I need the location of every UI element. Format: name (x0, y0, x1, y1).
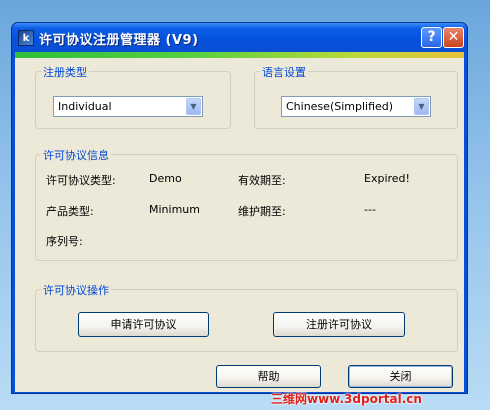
registration-type-value: Individual (58, 100, 112, 113)
register-license-button[interactable]: 注册许可协议 (273, 312, 405, 337)
maintenance-label: 维护期至: (238, 205, 286, 218)
valid-until-label: 有效期至: (238, 174, 286, 187)
help-button[interactable]: 帮助 (216, 365, 321, 388)
serial-number-label: 序列号: (46, 235, 83, 248)
window-title: 许可协议注册管理器 (V9) (39, 33, 199, 48)
registration-type-select[interactable]: Individual ▼ (53, 96, 203, 117)
language-group: 语言设置 Chinese(Simplified) ▼ (254, 64, 458, 129)
status-strip (15, 52, 464, 58)
license-ops-group: 许可协议操作 申请许可协议 注册许可协议 (35, 282, 458, 352)
license-manager-window: k 许可协议注册管理器 (V9) ? ✕ 注册类型 Individual ▼ 语… (11, 22, 468, 394)
title-help-button[interactable]: ? (421, 27, 442, 48)
close-button[interactable]: 关闭 (348, 365, 453, 388)
valid-until-value: Expired! (364, 172, 410, 185)
license-type-value: Demo (149, 172, 182, 185)
license-info-label: 许可协议信息 (41, 147, 111, 163)
chevron-down-icon[interactable]: ▼ (414, 98, 429, 115)
license-ops-label: 许可协议操作 (41, 282, 111, 298)
maintenance-value: --- (364, 203, 376, 216)
license-type-label: 许可协议类型: (46, 174, 116, 187)
dialog-client-area: 注册类型 Individual ▼ 语言设置 Chinese(Simplifie… (15, 52, 464, 392)
license-info-group: 许可协议信息 许可协议类型: Demo 有效期至: Expired! 产品类型:… (35, 147, 458, 261)
app-icon: k (18, 30, 34, 46)
registration-type-label: 注册类型 (41, 64, 89, 80)
language-select[interactable]: Chinese(Simplified) ▼ (281, 96, 431, 117)
title-bar[interactable]: k 许可协议注册管理器 (V9) ? ✕ (12, 23, 467, 52)
chevron-down-icon[interactable]: ▼ (186, 98, 201, 115)
site-watermark: 三维网www.3dportal.cn (271, 392, 422, 406)
language-value: Chinese(Simplified) (286, 100, 394, 113)
title-close-button[interactable]: ✕ (443, 27, 464, 48)
product-type-value: Minimum (149, 203, 200, 216)
language-label: 语言设置 (260, 64, 308, 80)
registration-type-group: 注册类型 Individual ▼ (35, 64, 231, 129)
product-type-label: 产品类型: (46, 205, 94, 218)
request-license-button[interactable]: 申请许可协议 (78, 312, 209, 337)
